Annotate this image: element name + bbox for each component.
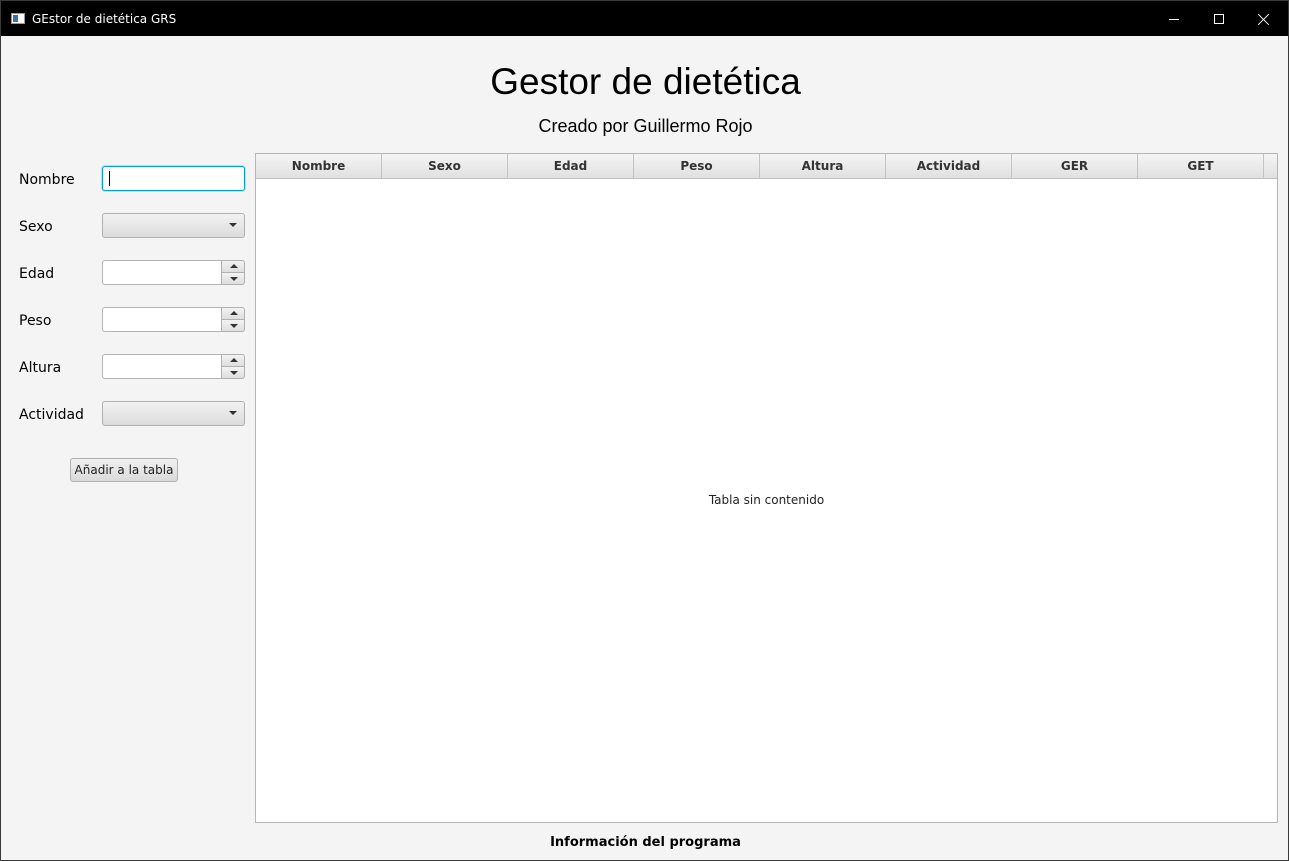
chevron-up-icon — [230, 264, 238, 268]
sexo-combobox[interactable] — [102, 213, 245, 238]
altura-input[interactable] — [102, 354, 222, 379]
chevron-down-icon — [230, 371, 238, 375]
close-button[interactable] — [1241, 1, 1287, 36]
app-window-icon — [11, 13, 25, 24]
sexo-label: Sexo — [19, 219, 53, 235]
chevron-up-icon — [230, 358, 238, 362]
actividad-label: Actividad — [19, 407, 84, 423]
minimize-icon — [1169, 19, 1179, 20]
column-header-peso[interactable]: Peso — [634, 154, 760, 178]
close-icon — [1258, 13, 1270, 25]
table-header: Nombre Sexo Edad Peso Altura Actividad G… — [256, 154, 1277, 179]
column-header-actividad[interactable]: Actividad — [886, 154, 1012, 178]
altura-label: Altura — [19, 360, 62, 376]
column-header-nombre[interactable]: Nombre — [256, 154, 382, 178]
program-info-label[interactable]: Información del programa — [1, 834, 1288, 852]
page-subtitle: Creado por Guillermo Rojo — [538, 116, 753, 136]
text-caret — [109, 171, 110, 186]
table-empty-placeholder: Tabla sin contenido — [708, 493, 825, 507]
peso-decrement-button[interactable] — [221, 319, 245, 332]
column-header-ger[interactable]: GER — [1012, 154, 1138, 178]
altura-spinner — [102, 354, 245, 379]
peso-label: Peso — [19, 313, 52, 329]
chevron-down-icon — [230, 324, 238, 328]
window-title: GEstor de dietética GRS — [32, 12, 177, 26]
data-table[interactable]: Nombre Sexo Edad Peso Altura Actividad G… — [255, 153, 1278, 823]
edad-spinner — [102, 260, 245, 285]
peso-input[interactable] — [102, 307, 222, 332]
column-header-edad[interactable]: Edad — [508, 154, 634, 178]
chevron-up-icon — [230, 311, 238, 315]
add-to-table-button[interactable]: Añadir a la tabla — [70, 458, 178, 482]
chevron-down-icon — [230, 277, 238, 281]
application-window: GEstor de dietética GRS Gestor de dietét… — [0, 0, 1289, 861]
nombre-label: Nombre — [19, 172, 75, 188]
edad-label: Edad — [19, 266, 55, 282]
column-header-altura[interactable]: Altura — [760, 154, 886, 178]
maximize-icon — [1214, 14, 1224, 24]
actividad-combobox[interactable] — [102, 401, 245, 426]
edad-input[interactable] — [102, 260, 222, 285]
column-header-get[interactable]: GET — [1138, 154, 1264, 178]
edad-decrement-button[interactable] — [221, 272, 245, 285]
peso-spinner — [102, 307, 245, 332]
minimize-button[interactable] — [1151, 1, 1197, 36]
page-title: Gestor de dietética — [490, 61, 801, 102]
column-header-sexo[interactable]: Sexo — [382, 154, 508, 178]
altura-decrement-button[interactable] — [221, 366, 245, 379]
title-bar[interactable]: GEstor de dietética GRS — [1, 1, 1288, 36]
column-header-filler — [1264, 154, 1277, 178]
maximize-button[interactable] — [1196, 1, 1242, 36]
nombre-input[interactable] — [102, 166, 245, 191]
chevron-down-icon — [229, 223, 237, 227]
chevron-down-icon — [229, 411, 237, 415]
